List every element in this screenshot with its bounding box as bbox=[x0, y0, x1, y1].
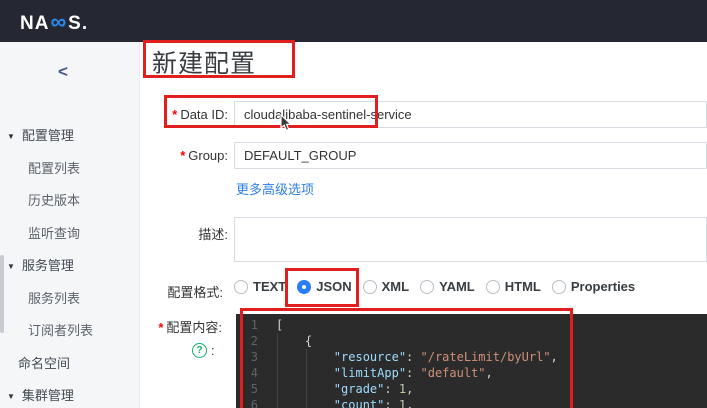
format-radio-json[interactable]: JSON bbox=[297, 279, 351, 294]
logo-text-suffix: S. bbox=[68, 13, 88, 34]
sidebar-item-label: 监听查询 bbox=[28, 226, 80, 241]
page-title: 新建配置 bbox=[152, 44, 256, 80]
radio-label: YAML bbox=[439, 279, 475, 294]
nacos-logo[interactable]: NA∞S. bbox=[20, 9, 88, 35]
radio-label: TEXT bbox=[253, 279, 286, 294]
line-number: 5 bbox=[236, 381, 258, 397]
caret-down-icon: ▼ bbox=[7, 392, 15, 401]
radio-label: JSON bbox=[316, 279, 351, 294]
config-format-radio-group: TEXT JSON XML YAML HTML Properties bbox=[234, 279, 635, 294]
more-advanced-options-link[interactable]: 更多高级选项 bbox=[236, 179, 314, 198]
sidebar-item-label: 历史版本 bbox=[28, 193, 80, 208]
required-asterisk: * bbox=[180, 148, 185, 163]
sidebar-collapse-button[interactable]: < bbox=[58, 62, 68, 82]
radio-icon bbox=[234, 280, 248, 294]
radio-icon bbox=[420, 280, 434, 294]
top-navbar: NA∞S. bbox=[0, 0, 707, 42]
sidebar-item-label: 配置管理 bbox=[22, 128, 74, 143]
sidebar-item-service-list[interactable]: 服务列表 bbox=[28, 288, 80, 307]
description-label: 描述: bbox=[108, 224, 228, 243]
group-label: *Group: bbox=[108, 148, 228, 163]
help-colon: : bbox=[211, 343, 215, 358]
data-id-input[interactable] bbox=[234, 101, 707, 128]
line-number: 1 bbox=[236, 317, 258, 333]
required-asterisk: * bbox=[172, 107, 177, 122]
config-content-editor[interactable]: 123456 [ { "resource": "/rateLimit/byUrl… bbox=[236, 314, 707, 408]
sidebar-scrollbar[interactable] bbox=[0, 255, 4, 333]
editor-code: [ { "resource": "/rateLimit/byUrl", "lim… bbox=[276, 317, 558, 408]
code-line: [ bbox=[276, 317, 558, 333]
line-number: 4 bbox=[236, 365, 258, 381]
nacos-new-config-page: NA∞S. < ▼ 配置管理配置列表历史版本监听查询 ▼ 服务管理服务列表订阅者列表命… bbox=[0, 0, 707, 408]
code-line: "count": 1, bbox=[276, 397, 558, 408]
sidebar-item-config-list[interactable]: 配置列表 bbox=[28, 158, 80, 177]
line-number: 2 bbox=[236, 333, 258, 349]
sidebar-item-subscriber-list[interactable]: 订阅者列表 bbox=[28, 320, 93, 339]
sidebar-item-label: 命名空间 bbox=[18, 356, 70, 371]
sidebar-item-service-management[interactable]: ▼ 服务管理 bbox=[7, 255, 74, 274]
group-input[interactable] bbox=[234, 142, 707, 169]
sidebar-item-label: 集群管理 bbox=[22, 388, 74, 403]
required-asterisk: * bbox=[158, 320, 163, 335]
radio-label: HTML bbox=[505, 279, 541, 294]
data-id-label: *Data ID: bbox=[108, 107, 228, 122]
editor-line-numbers: 123456 bbox=[236, 317, 258, 408]
config-content-label: *配置内容: bbox=[102, 317, 222, 336]
caret-down-icon: ▼ bbox=[7, 262, 15, 271]
line-number: 3 bbox=[236, 349, 258, 365]
config-format-label: 配置格式: bbox=[103, 282, 223, 301]
caret-down-icon: ▼ bbox=[7, 132, 15, 141]
radio-icon bbox=[486, 280, 500, 294]
description-textarea[interactable] bbox=[234, 217, 707, 262]
help-question-icon[interactable]: ? bbox=[192, 343, 207, 358]
format-radio-yaml[interactable]: YAML bbox=[420, 279, 475, 294]
format-radio-xml[interactable]: XML bbox=[363, 279, 409, 294]
format-radio-text[interactable]: TEXT bbox=[234, 279, 286, 294]
sidebar-item-listening-query[interactable]: 监听查询 bbox=[28, 223, 80, 242]
line-number: 6 bbox=[236, 397, 258, 408]
sidebar-item-label: 服务列表 bbox=[28, 291, 80, 306]
content-help: ? : bbox=[192, 343, 215, 358]
sidebar-item-config-management[interactable]: ▼ 配置管理 bbox=[7, 125, 74, 144]
radio-label: XML bbox=[382, 279, 409, 294]
radio-selected-icon bbox=[297, 280, 311, 294]
code-line: "limitApp": "default", bbox=[276, 365, 558, 381]
logo-text: NA bbox=[20, 13, 49, 34]
radio-icon bbox=[552, 280, 566, 294]
code-line: "grade": 1, bbox=[276, 381, 558, 397]
format-radio-properties[interactable]: Properties bbox=[552, 279, 635, 294]
sidebar-item-cluster-management[interactable]: ▼ 集群管理 bbox=[7, 385, 74, 404]
format-radio-html[interactable]: HTML bbox=[486, 279, 541, 294]
code-line: "resource": "/rateLimit/byUrl", bbox=[276, 349, 558, 365]
radio-icon bbox=[363, 280, 377, 294]
radio-label: Properties bbox=[571, 279, 635, 294]
sidebar-item-label: 服务管理 bbox=[22, 258, 74, 273]
sidebar-item-label: 订阅者列表 bbox=[28, 323, 93, 338]
sidebar-item-namespace[interactable]: 命名空间 bbox=[18, 353, 70, 372]
sidebar-item-history-versions[interactable]: 历史版本 bbox=[28, 190, 80, 209]
infinity-icon: ∞ bbox=[49, 9, 68, 34]
sidebar-item-label: 配置列表 bbox=[28, 161, 80, 176]
code-line: { bbox=[276, 333, 558, 349]
